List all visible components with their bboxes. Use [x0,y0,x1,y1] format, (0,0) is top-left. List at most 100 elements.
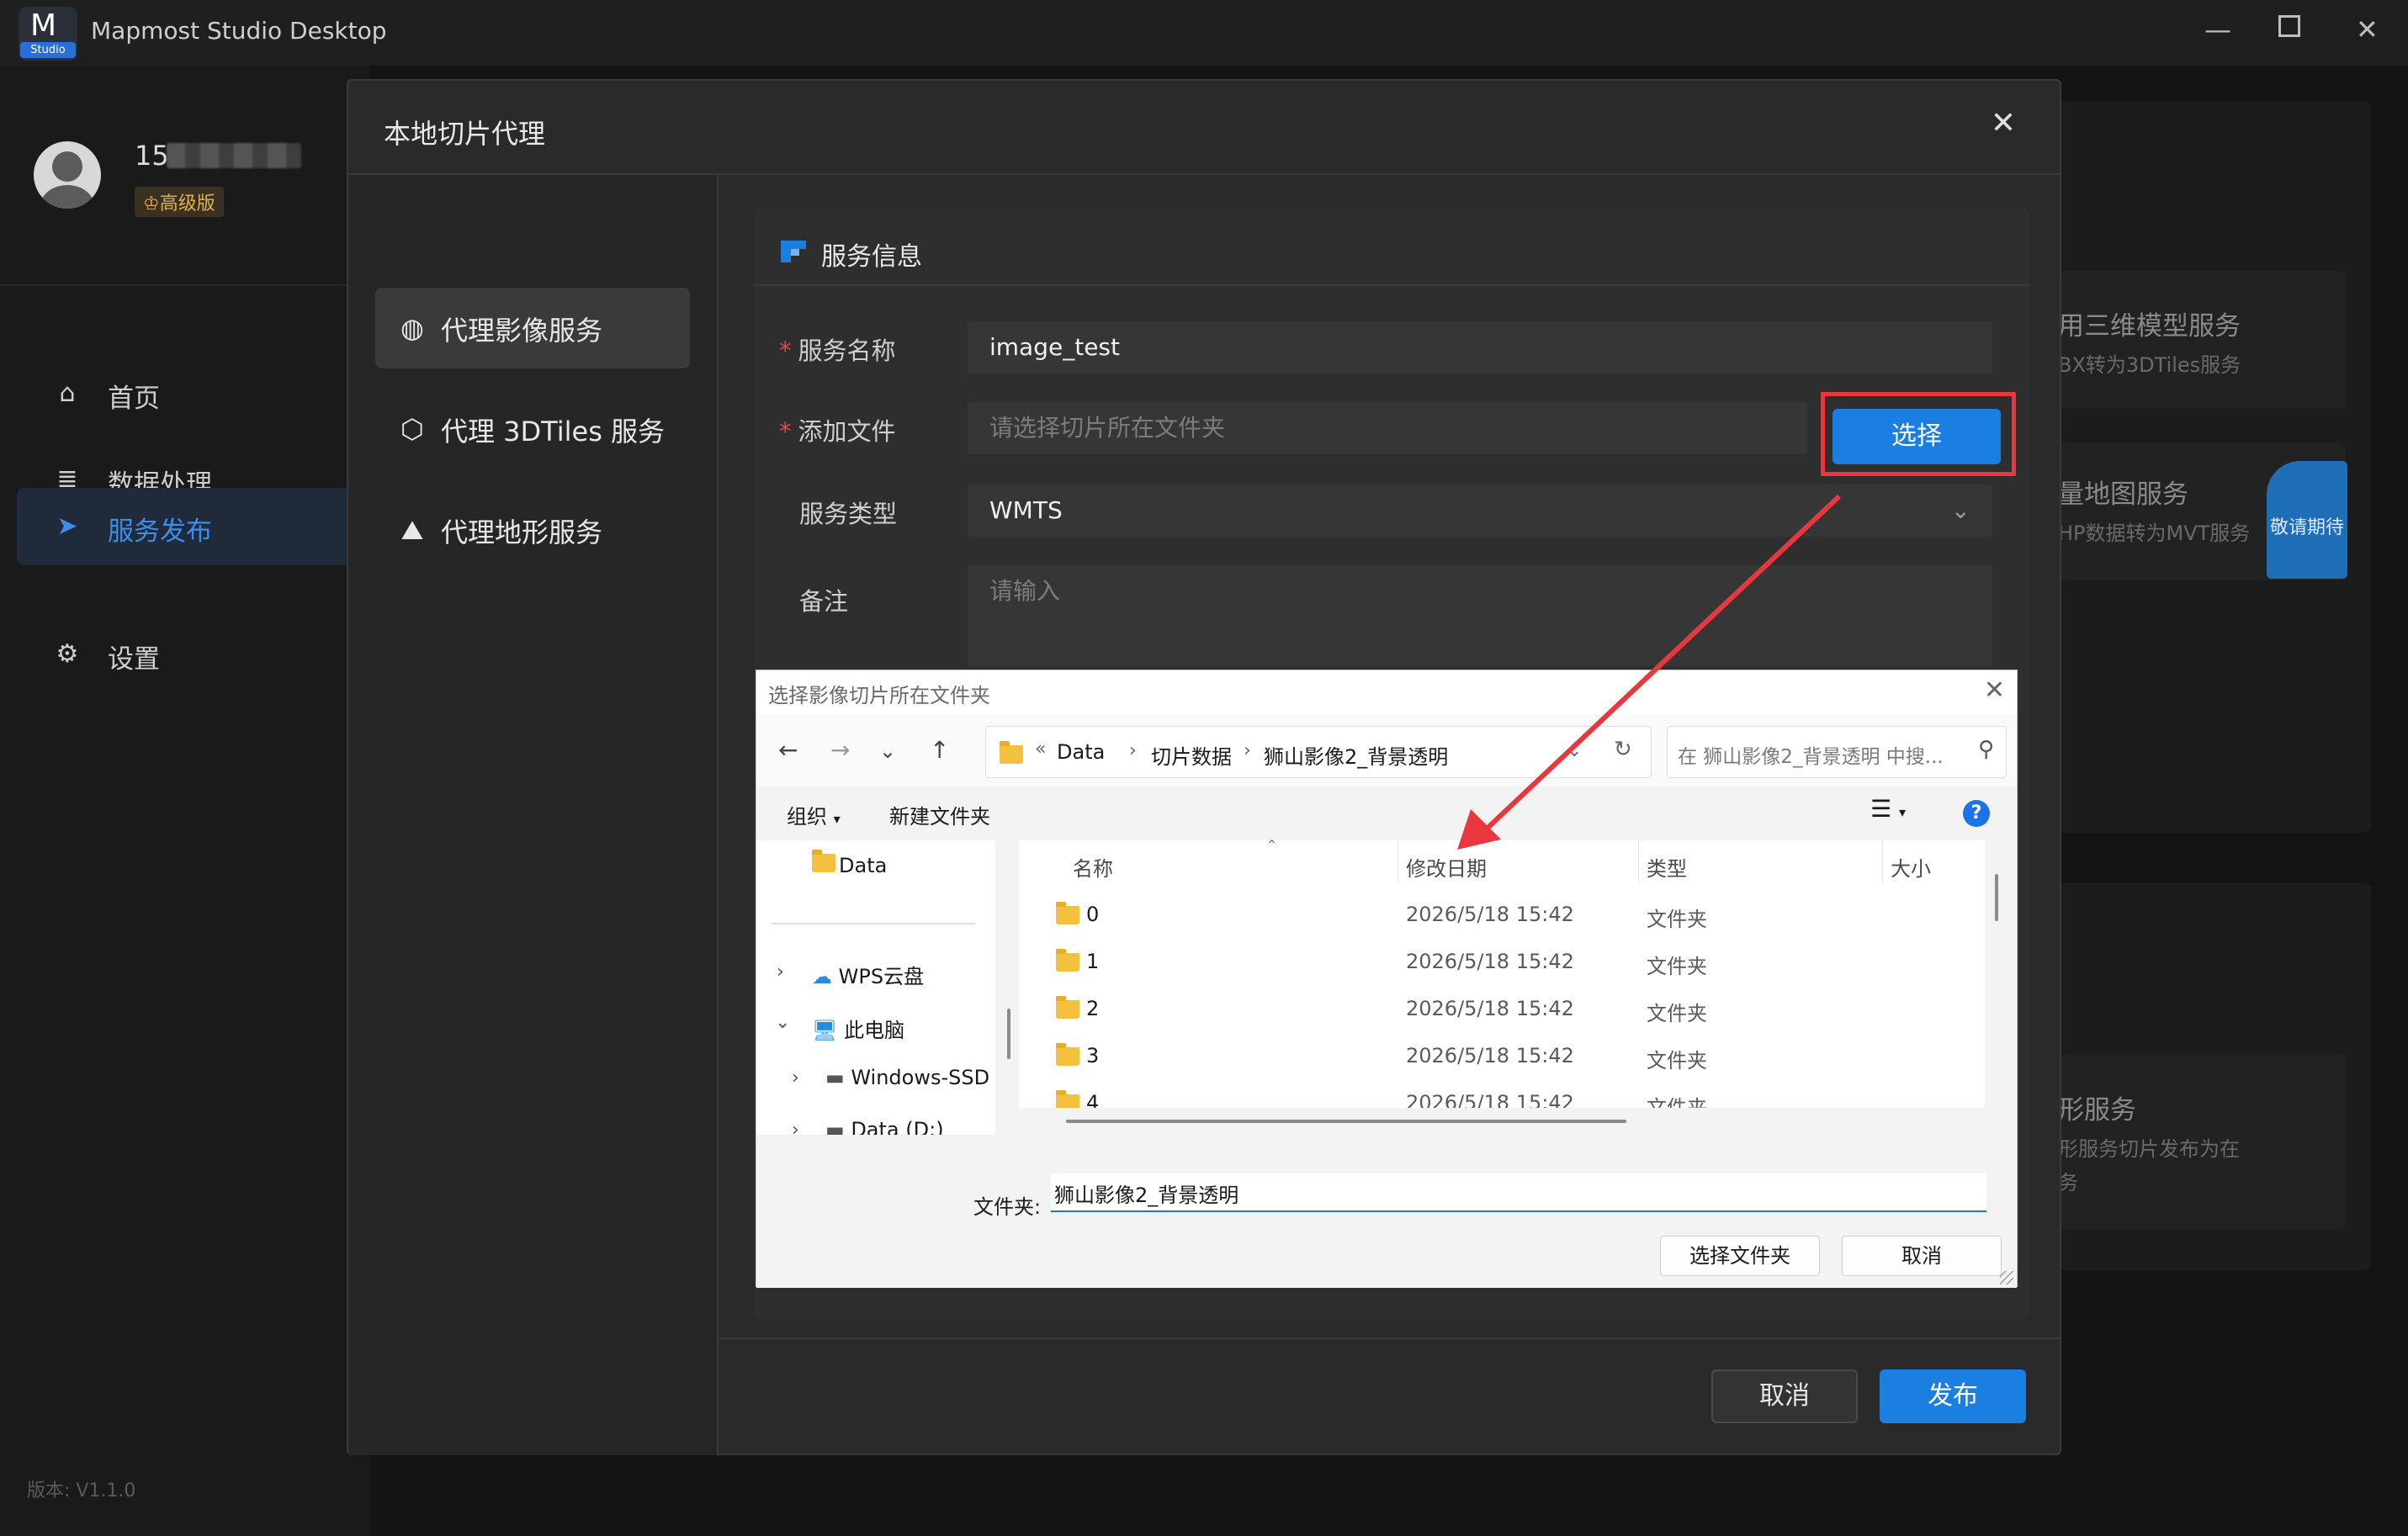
tree-item-windows-ssd[interactable]: ▬ Windows-SSD [825,1066,994,1089]
breadcrumb-overflow[interactable]: « [1035,739,1046,760]
bg-card-subtitle: HP数据转为MVT服务 [2058,522,2251,545]
section-divider [754,284,2029,286]
sidebar-item-settings[interactable]: ⚙ 设置 [17,616,353,693]
resize-grip-icon[interactable] [2000,1271,2013,1284]
service-name-label: * 服务名称 [779,336,896,365]
remark-textarea[interactable]: 请输入 [968,565,1992,666]
folder-label: 文件夹: [973,1195,1042,1219]
address-bar[interactable]: « Data › 切片数据 › 狮山影像2_背景透明 ⌄ ↻ [985,726,1652,778]
add-file-input[interactable]: 请选择切片所在文件夹 [968,402,1807,454]
column-header-name[interactable]: 名称 [1073,852,1113,882]
highlight-box [1821,392,2016,476]
breadcrumb-segment[interactable]: 切片数据 [1151,740,1232,770]
avatar[interactable] [34,141,101,209]
section-title: 服务信息 [821,242,922,272]
service-type-select[interactable]: WMTS ⌄ [968,485,1992,537]
folder-icon [1056,1043,1079,1066]
dialog-footer: 文件夹: 狮山影像2_背景透明 选择文件夹 取消 [756,1135,2017,1288]
home-icon: ⌂ [59,379,76,408]
column-header-size[interactable]: 大小 [1891,852,1931,882]
folder-icon [1056,996,1079,1019]
list-vertical-scrollbar[interactable] [1985,840,2008,1135]
table-row[interactable]: 3 2026/5/18 15:42 文件夹 [1019,1039,1985,1076]
column-header-type[interactable]: 类型 [1647,852,1687,882]
column-divider[interactable] [1882,840,1883,882]
dialog-cancel-button[interactable]: 取消 [1842,1236,2002,1276]
username-redacted [167,143,301,168]
breadcrumb-segment[interactable]: 狮山影像2_背景透明 [1264,740,1448,770]
organize-button[interactable]: 组织 ▾ [787,800,841,829]
menu-item-image-service[interactable]: ◍ 代理影像服务 [375,288,690,368]
remark-label: 备注 [799,587,849,616]
app-title: Mapmost Studio Desktop [91,17,387,45]
sidebar-item-service-publish[interactable]: ➤ 服务发布 [17,488,353,565]
close-icon[interactable]: ✕ [1991,106,2016,140]
menu-item-terrain-service[interactable]: ⛰ 代理地形服务 [375,490,690,570]
expand-arrow-icon[interactable]: › [792,1067,799,1088]
minimize-icon[interactable]: — [2204,13,2231,45]
add-file-label: * 添加文件 [779,417,896,446]
folder-icon [812,850,835,872]
drive-icon: ▬ [825,1118,845,1135]
sidebar-item-label: 设置 [108,644,160,675]
column-divider[interactable] [1638,840,1639,882]
modal-footer-divider [719,1337,2061,1339]
table-row[interactable]: 2 2026/5/18 15:42 文件夹 [1019,992,1985,1029]
tree-scrollbar[interactable] [1002,840,1016,1135]
sidebar-item-home[interactable]: ⌂ 首页 [17,355,353,432]
menu-item-label: 代理影像服务 [441,315,603,347]
expand-arrow-icon[interactable]: › [792,1120,799,1135]
up-arrow-icon[interactable]: ↑ [930,736,949,764]
cancel-button[interactable]: 取消 [1711,1369,1858,1423]
forward-arrow-icon[interactable]: → [830,736,850,764]
table-row[interactable]: 0 2026/5/18 15:42 文件夹 [1019,898,1985,935]
dialog-title: 选择影像切片所在文件夹 [768,684,990,707]
tree-item-wps-cloud[interactable]: ☁ WPS云盘 [812,960,924,989]
modal-title: 本地切片代理 [384,118,546,150]
bg-card-title: 量地图服务 [2058,479,2188,510]
sidebar-divider [0,284,370,286]
service-name-input[interactable]: image_test [968,321,1992,373]
gear-icon: ⚙ [56,639,79,669]
chevron-right-icon: › [1129,740,1137,761]
help-icon[interactable]: ? [1963,800,1990,827]
tree-item-this-pc[interactable]: 🖥 此电脑 [812,1014,904,1043]
search-input[interactable]: 在 狮山影像2_背景透明 中搜... ⚲ [1667,726,2007,778]
collapse-arrow-icon[interactable]: ⌄ [775,1012,790,1033]
recent-dropdown-icon[interactable]: ⌄ [879,739,896,763]
publish-button[interactable]: 发布 [1880,1369,2026,1423]
back-arrow-icon[interactable]: ← [778,736,798,764]
bg-card-subtitle: 形服务切片发布为在 [2058,1137,2240,1161]
breadcrumb-segment[interactable]: Data [1057,740,1105,764]
folder-icon [1000,741,1023,764]
cloud-icon: ☁ [812,965,832,988]
column-header-date[interactable]: 修改日期 [1406,852,1487,882]
table-row[interactable]: 4 2026/5/18 15:42 文件夹 [1019,1086,1985,1108]
file-list: ⌃ 名称 修改日期 类型 大小 0 2026/5/18 15:42 文件夹 1 … [1019,837,1993,1135]
computer-icon: 🖥 [812,1019,838,1042]
view-options-icon[interactable]: ☰ ▾ [1870,795,1906,823]
maximize-icon[interactable] [2278,15,2300,37]
close-window-icon[interactable]: ✕ [2356,13,2379,45]
chevron-down-icon[interactable]: ⌄ [1567,740,1582,761]
folder-name-input[interactable]: 狮山影像2_背景透明 [1051,1173,1986,1212]
list-horizontal-scrollbar[interactable] [1019,1108,1985,1135]
send-icon: ➤ [56,511,78,541]
select-folder-button[interactable]: 选择文件夹 [1660,1236,1820,1276]
menu-item-label: 代理 3DTiles 服务 [441,416,666,448]
expand-arrow-icon[interactable]: › [777,961,784,983]
refresh-icon[interactable]: ↻ [1614,737,1632,762]
sort-indicator-icon: ⌃ [1266,837,1278,853]
table-row[interactable]: 1 2026/5/18 15:42 文件夹 [1019,945,1985,982]
required-mark: * [779,336,792,365]
tree-item-data-d[interactable]: ▬ Data (D:) [825,1118,944,1135]
tree-item-data[interactable]: Data [812,850,887,877]
bg-card-subtitle: BX转为3DTiles服务 [2058,353,2241,377]
dialog-close-icon[interactable]: ✕ [1984,675,2005,705]
coming-soon-badge: 敬请期待 [2267,461,2347,579]
tree-divider [772,923,975,924]
menu-item-3dtiles-service[interactable]: ⬡ 代理 3DTiles 服务 [375,389,690,469]
folder-picker-dialog: 选择影像切片所在文件夹 ✕ ← → ⌄ ↑ « Data › 切片数据 › 狮山… [756,670,2018,1288]
new-folder-button[interactable]: 新建文件夹 [889,800,990,829]
dialog-titlebar: 选择影像切片所在文件夹 ✕ [756,670,2017,714]
